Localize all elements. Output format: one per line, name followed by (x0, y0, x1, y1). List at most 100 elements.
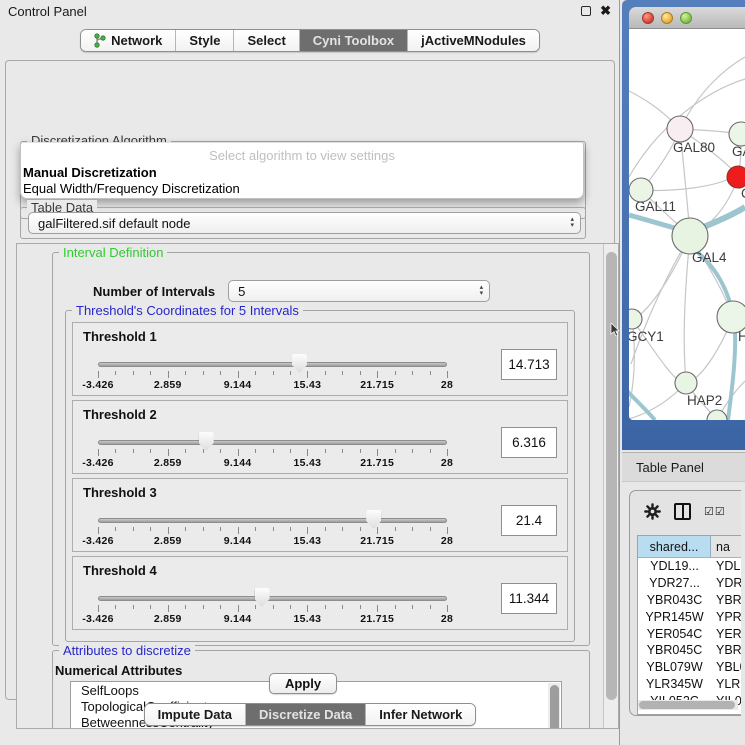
column-header-name[interactable]: na (711, 536, 741, 557)
number-of-intervals-combobox[interactable]: 5 ▴▾ (228, 280, 490, 302)
slider-tick (325, 449, 326, 453)
slider-tick (220, 371, 221, 375)
slider-tick (342, 605, 343, 609)
bottom-tab-bar: Impute DataDiscretize DataInfer Network (0, 703, 620, 726)
slider-tick (360, 371, 361, 375)
split-columns-icon[interactable] (674, 503, 691, 520)
slider-thumb[interactable] (292, 354, 307, 373)
tab-impute-data[interactable]: Impute Data (145, 704, 246, 725)
tab-style[interactable]: Style (176, 30, 234, 51)
slider-scale-label: 21.715 (360, 457, 394, 469)
slider-track[interactable] (98, 518, 447, 523)
zoom-traffic-light-icon[interactable] (680, 12, 692, 24)
slider-scale-label: 2.859 (154, 535, 182, 547)
tab-discretize-data[interactable]: Discretize Data (246, 704, 366, 725)
table-row[interactable]: YDR27...YDR2 (638, 575, 741, 592)
minimize-traffic-light-icon[interactable] (661, 12, 673, 24)
slider-tick (150, 449, 151, 453)
slider-track[interactable] (98, 440, 447, 445)
table-row[interactable]: YLR345WYLR3 (638, 676, 741, 693)
table-panel: ☑☑ shared... na YDL19...YDL1YDR27...YDR2… (629, 490, 741, 716)
control-panel: Control Panel ✖ NetworkStyleSelectCyni T… (0, 0, 620, 745)
top-tab-bar: Network Style Select Cyni Toolbox jActiveMNo… (0, 29, 620, 52)
panel-scrollbar-thumb[interactable] (606, 252, 617, 700)
network-node-gal80[interactable] (667, 116, 693, 142)
slider-tick (185, 527, 186, 531)
network-node-gal4[interactable] (672, 218, 708, 254)
slider-scale-label: 9.144 (224, 379, 252, 391)
number-of-intervals-label: Number of Intervals (93, 284, 215, 299)
network-node-ga[interactable] (729, 122, 745, 146)
apply-button[interactable]: Apply (269, 673, 337, 694)
tab-label: Cyni Toolbox (313, 33, 394, 48)
tab-label: Style (189, 33, 220, 48)
slider-thumb[interactable] (366, 510, 381, 529)
node-table[interactable]: shared... na YDL19...YDL1YDR27...YDR2YBR… (637, 535, 741, 715)
table-horizontal-scrollbar[interactable] (638, 700, 738, 710)
tab-cyni-toolbox[interactable]: Cyni Toolbox (300, 30, 408, 51)
slider-tick (255, 449, 256, 453)
slider-track[interactable] (98, 362, 447, 367)
cell-shared-name: YDL19... (638, 558, 711, 575)
dropdown-hint: Select algorithm to view settings (21, 148, 583, 163)
threshold-value-field[interactable]: 11.344 (501, 583, 557, 614)
network-node-c[interactable] (727, 166, 745, 188)
tab-jactivemnodules[interactable]: jActiveMNodules (408, 30, 539, 51)
slider-scale-label: 15.43 (294, 535, 322, 547)
slider-tick (412, 605, 413, 609)
slider-tick (377, 449, 378, 456)
slider-scale-label: 28 (441, 613, 453, 625)
table-row[interactable]: YBR045CYBR0 (638, 642, 741, 659)
tab-select[interactable]: Select (234, 30, 299, 51)
slider-tick (220, 449, 221, 453)
slider-thumb[interactable] (255, 588, 270, 607)
network-tab-icon (94, 33, 106, 48)
tab-infer-network[interactable]: Infer Network (366, 704, 475, 725)
network-node-label: H (738, 329, 745, 344)
close-icon[interactable]: ✖ (600, 6, 611, 16)
table-row[interactable]: YBL079WYBL0 (638, 659, 741, 676)
table-hscroll-thumb[interactable] (639, 701, 735, 709)
slider-scale-label: -3.426 (82, 613, 114, 625)
table-row[interactable]: YBR043CYBR0 (638, 592, 741, 609)
network-node-hap2[interactable] (675, 372, 697, 394)
slider-tick (238, 371, 239, 378)
checkbox-filter-icons[interactable]: ☑☑ (704, 505, 726, 518)
panel-scrollbar[interactable] (603, 244, 618, 728)
network-node-gcy1[interactable] (629, 309, 642, 329)
threshold-value-field[interactable]: 6.316 (501, 427, 557, 458)
cell-name: YPR1 (711, 608, 741, 625)
slider-tick (203, 527, 204, 531)
cell-name: YDL1 (711, 558, 741, 575)
close-traffic-light-icon[interactable] (642, 12, 654, 24)
slider-tick (430, 605, 431, 609)
slider-tick (360, 527, 361, 531)
slider-thumb[interactable] (199, 432, 214, 451)
gear-icon[interactable] (644, 503, 661, 520)
network-window-titlebar[interactable] (629, 7, 745, 29)
threshold-value-field[interactable]: 14.713 (501, 349, 557, 380)
table-panel-titlebar: Table Panel (622, 452, 745, 482)
thresholds-group: Threshold's Coordinates for 5 Intervals … (65, 310, 575, 642)
slider-tick (255, 371, 256, 375)
threshold-value-field[interactable]: 21.4 (501, 505, 557, 536)
slider-track[interactable] (98, 596, 447, 601)
slider-tick (412, 527, 413, 531)
slider-tick (395, 527, 396, 531)
dropdown-option-equal-width[interactable]: Equal Width/Frequency Discretization (23, 181, 240, 196)
network-canvas[interactable]: GAL80GACGAL11GAL4GCY1HHAP2 (629, 29, 745, 420)
slider-tick (98, 371, 99, 378)
tab-network[interactable]: Network (81, 30, 176, 51)
network-node-label: GCY1 (629, 329, 664, 344)
network-view-window: GAL80GACGAL11GAL4GCY1HHAP2 (622, 0, 745, 450)
table-data-combobox[interactable]: galFiltered.sif default node ▴▾ (28, 212, 581, 234)
slider-scale-label: 21.715 (360, 379, 394, 391)
network-node-label: GAL80 (673, 140, 715, 155)
dropdown-option-manual[interactable]: Manual Discretization (23, 165, 157, 180)
table-row[interactable]: YDL19...YDL1 (638, 558, 741, 575)
slider-tick (238, 449, 239, 456)
table-row[interactable]: YER054CYER0 (638, 625, 741, 642)
float-window-icon[interactable] (581, 6, 591, 16)
column-header-shared-name[interactable]: shared... (638, 536, 711, 557)
table-row[interactable]: YPR145WYPR1 (638, 608, 741, 625)
